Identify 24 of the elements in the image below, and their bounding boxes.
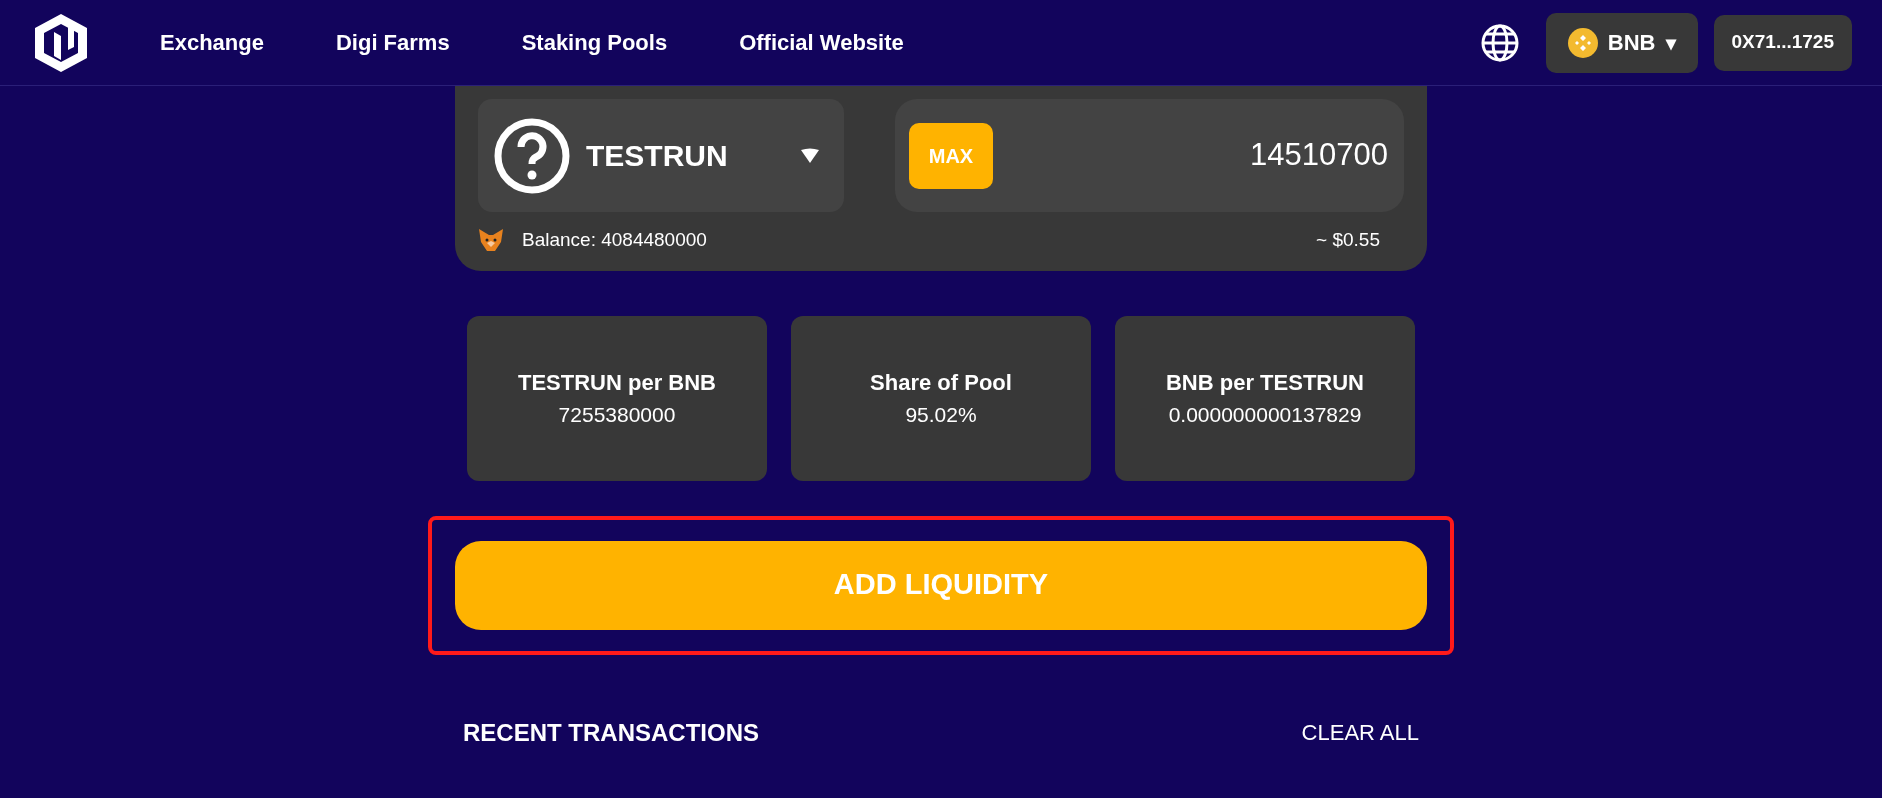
- network-selector[interactable]: BNB ▾: [1545, 12, 1698, 73]
- stat-label: TESTRUN per BNB: [518, 368, 716, 397]
- wallet-address-button[interactable]: 0X71...1725: [1713, 14, 1852, 71]
- question-icon: [494, 117, 570, 194]
- stat-label: Share of Pool: [870, 368, 1012, 397]
- stat-value: 95.02%: [905, 401, 977, 428]
- stat-value: 7255380000: [558, 401, 676, 428]
- nav-link[interactable]: Official Website: [739, 26, 904, 59]
- balance-text: Balance: 4084480000: [522, 228, 707, 252]
- nav-link[interactable]: Digi Farms: [335, 26, 450, 59]
- token-selector[interactable]: TESTRUN: [478, 99, 844, 212]
- clear-all-link[interactable]: CLEAR ALL: [1301, 716, 1419, 749]
- amount-value: 14510700: [1250, 136, 1388, 175]
- fox-icon: [478, 228, 504, 253]
- stat-value: 0.000000000137829: [1168, 401, 1362, 428]
- stat-label: BNB per TESTRUN: [1166, 368, 1364, 397]
- caret-icon: [800, 147, 820, 164]
- coin-icon: [1567, 27, 1598, 58]
- amount-field[interactable]: MAX 14510700: [895, 99, 1404, 212]
- globe-icon[interactable]: [1479, 22, 1520, 63]
- nav-link[interactable]: Staking Pools: [521, 26, 668, 59]
- recent-transactions-heading: RECENT TRANSACTIONS: [463, 717, 759, 748]
- usd-value: ~ $0.55: [1316, 228, 1380, 252]
- nav-link[interactable]: Exchange: [160, 26, 264, 59]
